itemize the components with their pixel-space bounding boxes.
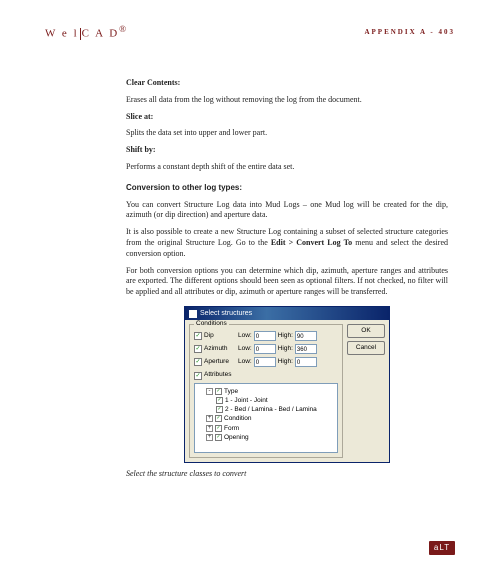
aperture-high-input[interactable]: 0: [295, 357, 317, 367]
tree-item-joint[interactable]: ✓ 1 - Joint - Joint: [198, 396, 334, 405]
dip-high-input[interactable]: 90: [295, 331, 317, 341]
attributes-checkbox[interactable]: ✓: [194, 372, 202, 380]
condition-row-dip: ✓ Dip Low: 0 High: 90: [194, 331, 338, 341]
dialog-title: Select structures: [200, 309, 252, 318]
tree-item-label: Condition: [224, 414, 251, 423]
azimuth-low-input[interactable]: 0: [254, 344, 276, 354]
para-shift-by: Performs a constant depth shift of the e…: [126, 162, 448, 173]
azimuth-label: Azimuth: [204, 345, 236, 354]
azimuth-checkbox[interactable]: ✓: [194, 345, 202, 353]
dip-low-input[interactable]: 0: [254, 331, 276, 341]
azimuth-high-input[interactable]: 360: [295, 344, 317, 354]
tree-item-checkbox[interactable]: ✓: [216, 406, 223, 413]
tree-item-checkbox[interactable]: ✓: [215, 434, 222, 441]
attributes-row: ✓ Attributes: [194, 371, 338, 380]
aperture-label: Aperture: [204, 358, 236, 367]
ok-button[interactable]: OK: [347, 324, 385, 338]
dip-high-label: High:: [278, 332, 293, 341]
dip-checkbox[interactable]: ✓: [194, 332, 202, 340]
page-reference: APPENDIX A - 403: [364, 28, 455, 36]
para-clear-contents: Erases all data from the log without rem…: [126, 95, 448, 106]
tree-expander-icon[interactable]: +: [206, 434, 213, 441]
dip-low-label: Low:: [238, 332, 252, 341]
dialog-buttons-column: OK Cancel: [347, 324, 385, 457]
tree-item-label: 2 - Bed / Lamina - Bed / Lamina: [225, 405, 317, 414]
conditions-label: Conditions: [194, 320, 229, 329]
dialog-titlebar: Select structures: [185, 307, 389, 320]
azimuth-high-label: High:: [278, 345, 293, 354]
dialog-body: Conditions ✓ Dip Low: 0 High: 90 ✓ Azimu…: [185, 320, 389, 461]
condition-row-aperture: ✓ Aperture Low: 0 High: 0: [194, 357, 338, 367]
para-conversion-3: For both conversion options you can dete…: [126, 266, 448, 298]
tree-item-form[interactable]: + ✓ Form: [198, 424, 334, 433]
tree-expander-icon[interactable]: -: [206, 388, 213, 395]
tree-item-checkbox[interactable]: ✓: [215, 425, 222, 432]
heading-clear-contents: Clear Contents:: [126, 78, 448, 89]
tree-item-opening[interactable]: + ✓ Opening: [198, 433, 334, 442]
azimuth-low-label: Low:: [238, 345, 252, 354]
tree-root-checkbox[interactable]: ✓: [215, 388, 222, 395]
para-slice-at: Splits the data set into upper and lower…: [126, 128, 448, 139]
logo-bar-icon: [80, 28, 81, 40]
tree-root-label: Type: [224, 387, 238, 396]
section-conversion: Conversion to other log types:: [126, 183, 448, 194]
cancel-button[interactable]: Cancel: [347, 341, 385, 355]
heading-shift-by: Shift by:: [126, 145, 448, 156]
tree-item-label: Opening: [224, 433, 249, 442]
attributes-tree[interactable]: - ✓ Type ✓ 1 - Joint - Joint ✓ 2 - Bed /…: [194, 383, 338, 453]
aperture-low-label: Low:: [238, 358, 252, 367]
tree-item-label: 1 - Joint - Joint: [225, 396, 268, 405]
aperture-high-label: High:: [278, 358, 293, 367]
aperture-low-input[interactable]: 0: [254, 357, 276, 367]
aperture-checkbox[interactable]: ✓: [194, 358, 202, 366]
select-structures-dialog: Select structures Conditions ✓ Dip Low: …: [184, 306, 390, 463]
menu-path-bold: Edit > Convert Log To: [271, 238, 352, 247]
dialog-title-icon: [189, 310, 197, 318]
tree-item-checkbox[interactable]: ✓: [215, 415, 222, 422]
tree-root-row[interactable]: - ✓ Type: [198, 387, 334, 396]
wellcad-logo: W e lC A D®: [45, 24, 128, 40]
attributes-label: Attributes: [204, 371, 231, 380]
page-header: W e lC A D® APPENDIX A - 403: [45, 24, 455, 40]
dip-label: Dip: [204, 332, 236, 341]
page-content: Clear Contents: Erases all data from the…: [126, 78, 448, 486]
tree-item-label: Form: [224, 424, 239, 433]
tree-item-checkbox[interactable]: ✓: [216, 397, 223, 404]
figure-caption: Select the structure classes to convert: [126, 469, 448, 480]
heading-slice-at: Slice at:: [126, 112, 448, 123]
alt-footer-logo: aLT: [429, 541, 455, 555]
logo-text-right: C A D: [82, 28, 120, 40]
tree-expander-icon[interactable]: +: [206, 425, 213, 432]
logo-trademark: ®: [119, 24, 128, 34]
conditions-fieldset: Conditions ✓ Dip Low: 0 High: 90 ✓ Azimu…: [189, 324, 343, 457]
tree-item-bed[interactable]: ✓ 2 - Bed / Lamina - Bed / Lamina: [198, 405, 334, 414]
para-conversion-2: It is also possible to create a new Stru…: [126, 227, 448, 259]
condition-row-azimuth: ✓ Azimuth Low: 0 High: 360: [194, 344, 338, 354]
tree-item-condition[interactable]: + ✓ Condition: [198, 414, 334, 423]
dialog-container: Select structures Conditions ✓ Dip Low: …: [126, 306, 448, 463]
dialog-left-column: Conditions ✓ Dip Low: 0 High: 90 ✓ Azimu…: [189, 324, 343, 457]
para-conversion-1: You can convert Structure Log data into …: [126, 200, 448, 222]
logo-text-left: W e l: [45, 28, 79, 40]
tree-expander-icon[interactable]: +: [206, 415, 213, 422]
